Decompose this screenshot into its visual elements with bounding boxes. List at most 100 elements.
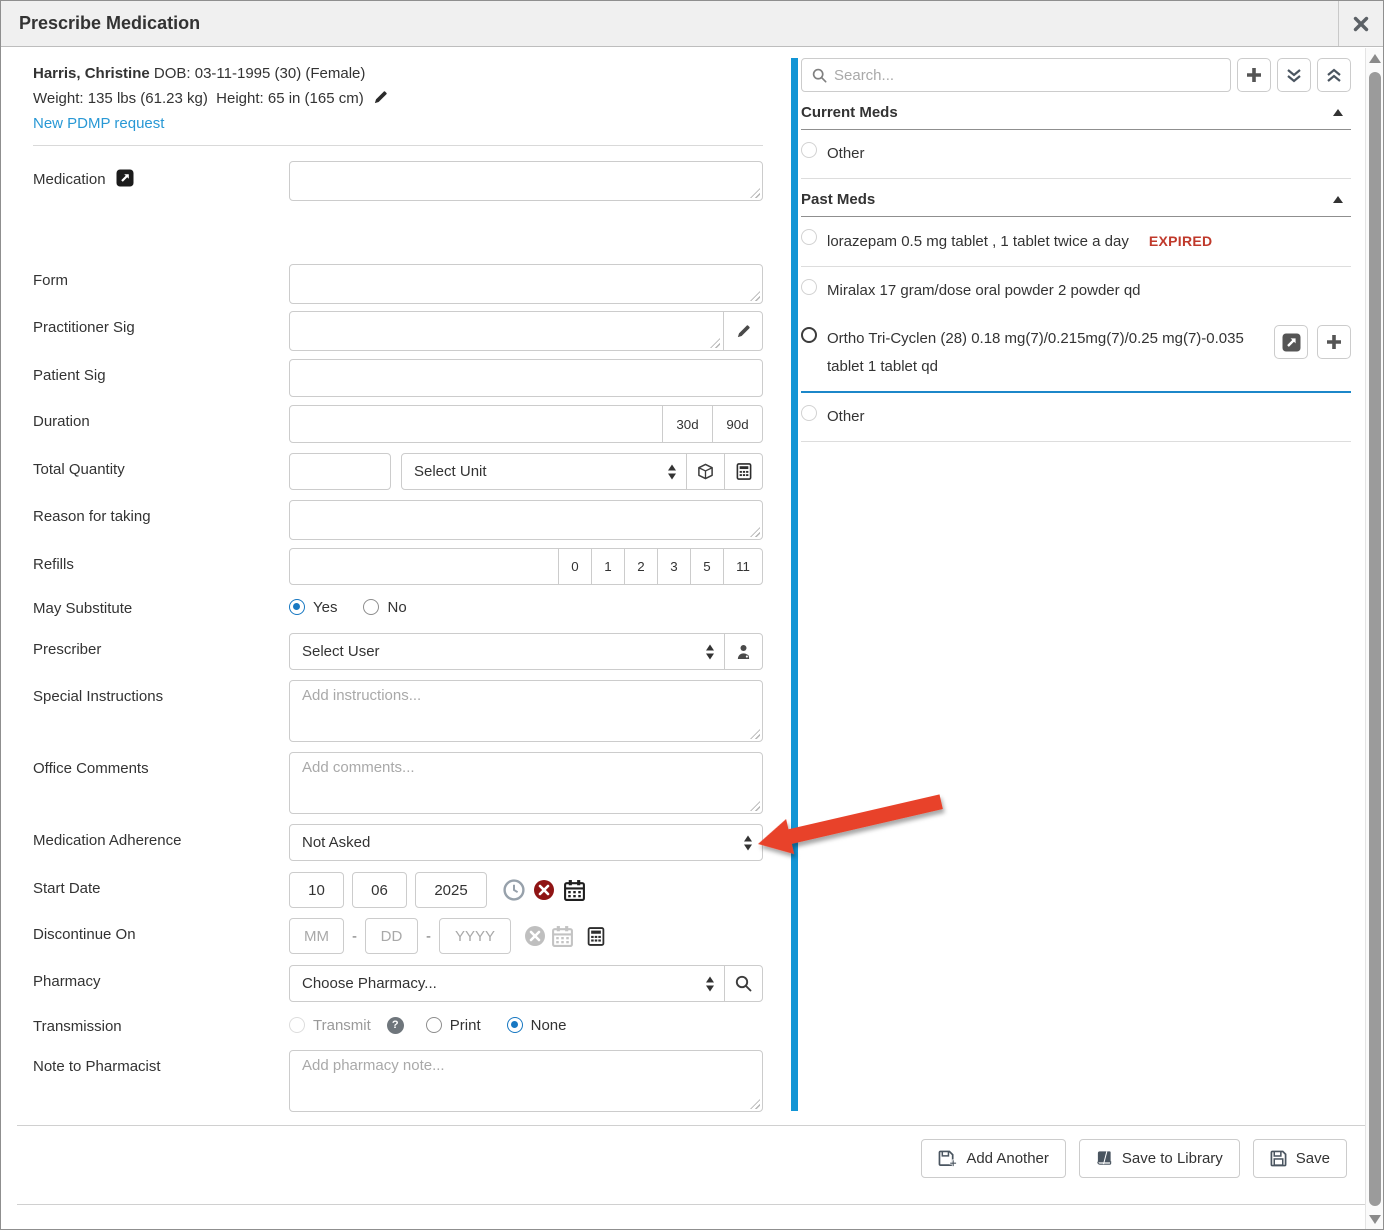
save-button[interactable]: Save: [1253, 1139, 1347, 1178]
past-med-other-item[interactable]: Other: [801, 393, 1351, 442]
pharmacy-select[interactable]: Choose Pharmacy...: [289, 965, 725, 1002]
office-comments-label: Office Comments: [33, 752, 289, 814]
past-med-miralax-item[interactable]: Miralax 17 gram/dose oral powder 2 powde…: [801, 267, 1351, 315]
close-button[interactable]: [1338, 1, 1383, 46]
total-quantity-input[interactable]: [289, 453, 391, 490]
prescriber-select[interactable]: Select User: [289, 633, 725, 670]
search-icon: [735, 975, 752, 992]
past-meds-header[interactable]: Past Meds: [801, 179, 1351, 217]
practitioner-sig-edit-button[interactable]: [723, 311, 763, 351]
medication-external-link-icon[interactable]: [116, 169, 134, 187]
collapse-caret-icon[interactable]: [1333, 196, 1343, 203]
add-another-button[interactable]: Add Another: [921, 1139, 1066, 1178]
current-med-other-item[interactable]: Other: [801, 130, 1351, 179]
current-meds-header[interactable]: Current Meds: [801, 92, 1351, 130]
add-med-button[interactable]: [1237, 58, 1271, 92]
row-practitioner-sig: Practitioner Sig: [33, 311, 763, 351]
row-refills: Refills 0 1 2 3 5 11: [33, 548, 763, 585]
expand-all-button[interactable]: [1317, 58, 1351, 92]
edit-vitals-pencil-icon[interactable]: [373, 90, 388, 105]
chevron-double-up-icon: [1326, 68, 1342, 83]
med-radio[interactable]: [801, 405, 817, 421]
transmission-print-radio[interactable]: [426, 1017, 442, 1033]
start-date-month-input[interactable]: [289, 872, 344, 908]
start-date-calendar-button[interactable]: [563, 879, 586, 902]
reason-input[interactable]: [289, 500, 763, 540]
start-date-day-input[interactable]: [352, 872, 407, 908]
discontinue-calculator-button[interactable]: [587, 927, 605, 946]
duration-input[interactable]: [289, 405, 663, 443]
row-discontinue-on: Discontinue On - -: [33, 918, 763, 954]
med-radio[interactable]: [801, 229, 817, 245]
duration-30d-button[interactable]: 30d: [662, 405, 713, 443]
special-instructions-input[interactable]: [289, 680, 763, 742]
row-duration: Duration 30d 90d: [33, 405, 763, 443]
med-item-actions: [1274, 325, 1351, 359]
medication-input[interactable]: [289, 161, 763, 201]
discontinue-calendar-button[interactable]: [551, 925, 574, 948]
duration-90d-button[interactable]: 90d: [712, 405, 763, 443]
scroll-up-arrow[interactable]: [1369, 54, 1381, 63]
patient-divider: [33, 145, 763, 146]
transmission-transmit-radio[interactable]: [289, 1017, 305, 1033]
refills-0-button[interactable]: 0: [558, 548, 592, 585]
meds-search-box[interactable]: [801, 58, 1231, 92]
pharmacy-search-button[interactable]: [724, 965, 763, 1002]
save-plus-icon: [938, 1150, 957, 1167]
transmission-label: Transmission: [33, 1015, 289, 1035]
transmission-none-radio[interactable]: [507, 1017, 523, 1033]
prescriber-label: Prescriber: [33, 633, 289, 670]
open-med-detail-button[interactable]: [1274, 325, 1308, 359]
collapse-caret-icon[interactable]: [1333, 109, 1343, 116]
collapse-all-button[interactable]: [1277, 58, 1311, 92]
row-start-date: Start Date: [33, 872, 763, 908]
practitioner-sig-input[interactable]: [289, 311, 724, 351]
package-lookup-button[interactable]: [686, 453, 725, 490]
transmit-help-icon[interactable]: ?: [387, 1017, 404, 1034]
refills-11-button[interactable]: 11: [723, 548, 763, 585]
past-med-ortho-item[interactable]: Ortho Tri-Cyclen (28) 0.18 mg(7)/0.215mg…: [801, 315, 1351, 393]
unit-select[interactable]: Select Unit: [401, 453, 687, 490]
new-pdmp-request-link[interactable]: New PDMP request: [33, 111, 763, 136]
medication-adherence-select[interactable]: Not Asked: [289, 824, 763, 861]
vertical-scrollbar[interactable]: [1365, 48, 1383, 1230]
medication-adherence-label: Medication Adherence: [33, 824, 289, 861]
refills-5-button[interactable]: 5: [690, 548, 724, 585]
start-date-year-input[interactable]: [415, 872, 487, 908]
practitioner-sig-label: Practitioner Sig: [33, 311, 289, 351]
refills-3-button[interactable]: 3: [657, 548, 691, 585]
med-radio-selected[interactable]: [801, 327, 817, 343]
refills-input[interactable]: [289, 548, 559, 585]
scrollbar-thumb[interactable]: [1369, 72, 1381, 1206]
form-input[interactable]: [289, 264, 763, 304]
discontinue-year-input[interactable]: [439, 918, 511, 954]
prescriber-user-button[interactable]: [724, 633, 763, 670]
patient-sig-input[interactable]: [289, 359, 763, 397]
med-radio[interactable]: [801, 279, 817, 295]
current-meds-title: Current Meds: [801, 104, 1333, 121]
start-date-clear-button[interactable]: [533, 879, 555, 901]
pharmacy-note-input[interactable]: [289, 1050, 763, 1112]
start-date-clock-button[interactable]: [503, 879, 525, 901]
discontinue-day-input[interactable]: [365, 918, 418, 954]
row-note-to-pharmacist: Note to Pharmacist: [33, 1050, 763, 1112]
office-comments-input[interactable]: [289, 752, 763, 814]
discontinue-clear-button[interactable]: [524, 925, 546, 947]
past-med-lorazepam-item[interactable]: lorazepam 0.5 mg tablet , 1 tablet twice…: [801, 217, 1351, 267]
meds-search-row: [801, 58, 1351, 92]
med-radio[interactable]: [801, 142, 817, 158]
calendar-icon: [563, 879, 586, 902]
may-substitute-no-radio[interactable]: [363, 599, 379, 615]
refills-1-button[interactable]: 1: [591, 548, 625, 585]
select-sort-icon: [668, 464, 676, 479]
patient-header-line2: Weight: 135 lbs (61.23 kg) Height: 65 in…: [33, 86, 763, 111]
discontinue-month-input[interactable]: [289, 918, 344, 954]
meds-search-input[interactable]: [834, 67, 1220, 84]
quantity-calculator-button[interactable]: [724, 453, 763, 490]
add-med-from-item-button[interactable]: [1317, 325, 1351, 359]
save-to-library-button[interactable]: Save to Library: [1079, 1139, 1240, 1178]
scroll-down-arrow[interactable]: [1369, 1215, 1381, 1224]
refills-2-button[interactable]: 2: [624, 548, 658, 585]
may-substitute-yes-radio[interactable]: [289, 599, 305, 615]
note-to-pharmacist-label: Note to Pharmacist: [33, 1050, 289, 1112]
